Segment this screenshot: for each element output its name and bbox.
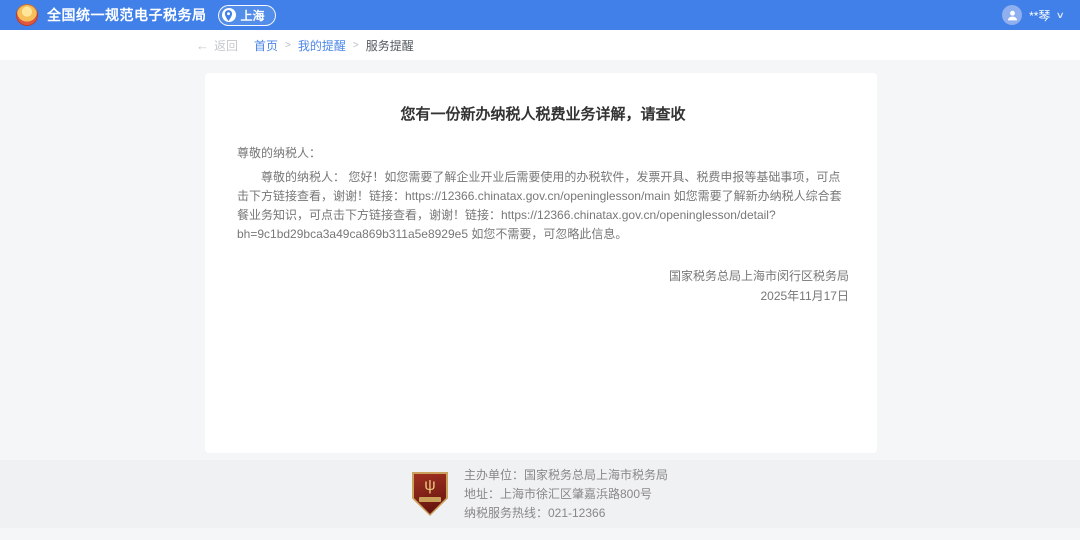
- breadcrumb-bar: ← 返回 首页 > 我的提醒 > 服务提醒: [0, 30, 1080, 60]
- app-title: 全国统一规范电子税务局: [47, 5, 207, 25]
- breadcrumb-home[interactable]: 首页: [254, 37, 278, 54]
- back-button[interactable]: ← 返回: [196, 37, 238, 54]
- notice-signature-block: 国家税务总局上海市闵行区税务局 2025年11月17日: [237, 266, 849, 306]
- breadcrumb-my-reminders[interactable]: 我的提醒: [298, 37, 346, 54]
- footer-organizer: 主办单位：国家税务总局上海市税务局: [464, 466, 668, 485]
- username: **琴: [1029, 7, 1050, 24]
- brand: 全国统一规范电子税务局 上海: [16, 4, 276, 26]
- notice-title: 您有一份新办纳税人税费业务详解，请查收: [237, 103, 849, 124]
- breadcrumb-separator: >: [353, 40, 359, 51]
- notice-card: 您有一份新办纳税人税费业务详解，请查收 尊敬的纳税人： 尊敬的纳税人： 您好！如…: [205, 73, 877, 453]
- breadcrumb: 首页 > 我的提醒 > 服务提醒: [254, 37, 414, 54]
- app-header: 全国统一规范电子税务局 上海 **琴 ∨: [0, 0, 1080, 30]
- notice-signature: 国家税务总局上海市闵行区税务局: [237, 266, 849, 286]
- main-area: 您有一份新办纳税人税费业务详解，请查收 尊敬的纳税人： 尊敬的纳税人： 您好！如…: [0, 60, 1080, 460]
- footer-hotline: 纳税服务热线：021-12366: [464, 504, 668, 523]
- user-menu[interactable]: **琴 ∨: [1002, 5, 1064, 25]
- chevron-down-icon: ∨: [1056, 10, 1065, 21]
- tax-shield-logo-icon: ψ: [412, 472, 448, 516]
- shield-glyph: ψ: [424, 474, 435, 498]
- location-badge[interactable]: 上海: [218, 5, 276, 26]
- location-badge-label: 上海: [241, 7, 265, 24]
- tax-emblem-icon: [16, 4, 38, 26]
- shield-banner: [419, 497, 441, 502]
- location-pin-icon: [222, 8, 236, 22]
- breadcrumb-separator: >: [285, 40, 291, 51]
- footer-info: 主办单位：国家税务总局上海市税务局 地址：上海市徐汇区肇嘉浜路800号 纳税服务…: [464, 466, 668, 523]
- user-avatar-icon: [1002, 5, 1022, 25]
- notice-salutation: 尊敬的纳税人：: [237, 144, 849, 161]
- back-arrow-icon: ←: [196, 38, 209, 53]
- app-footer: ψ 主办单位：国家税务总局上海市税务局 地址：上海市徐汇区肇嘉浜路800号 纳税…: [0, 460, 1080, 528]
- breadcrumb-current: 服务提醒: [366, 37, 414, 54]
- back-label: 返回: [214, 37, 238, 54]
- notice-date: 2025年11月17日: [237, 286, 849, 306]
- notice-body: 尊敬的纳税人： 您好！如您需要了解企业开业后需要使用的办税软件，发票开具、税费申…: [237, 168, 849, 244]
- footer-address: 地址：上海市徐汇区肇嘉浜路800号: [464, 485, 668, 504]
